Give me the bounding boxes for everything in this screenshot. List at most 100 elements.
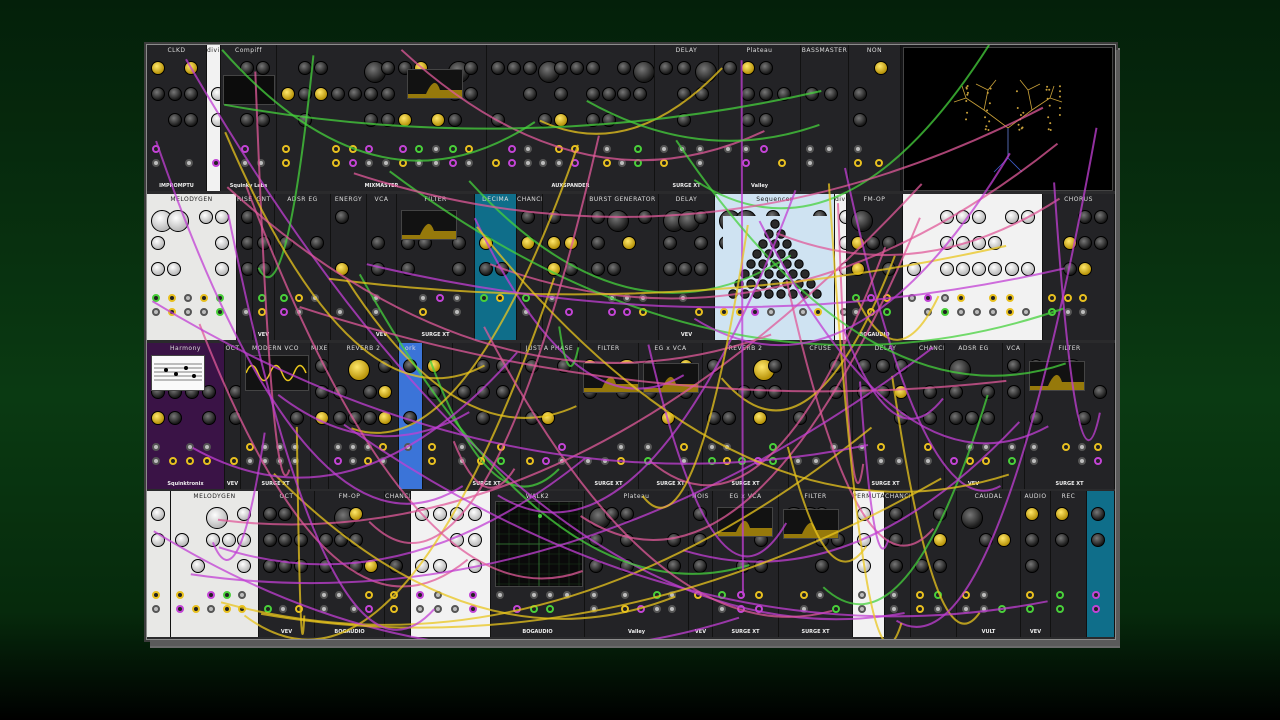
jack[interactable] — [1094, 457, 1102, 465]
jack[interactable] — [875, 159, 883, 167]
knob[interactable] — [1091, 533, 1105, 547]
knob[interactable] — [923, 385, 937, 399]
jack[interactable] — [291, 443, 299, 451]
knob[interactable] — [335, 262, 349, 276]
jack[interactable] — [152, 591, 160, 599]
jack[interactable] — [924, 294, 933, 302]
knob[interactable] — [378, 411, 392, 425]
jack[interactable] — [1078, 443, 1086, 451]
jack[interactable] — [496, 294, 504, 302]
knob[interactable] — [894, 385, 909, 399]
knob[interactable] — [432, 559, 447, 573]
knob[interactable] — [199, 210, 213, 224]
module[interactable]: DELAY SURGE XT — [853, 343, 919, 489]
jack[interactable] — [419, 308, 427, 316]
jack[interactable] — [679, 294, 688, 302]
knob[interactable] — [851, 236, 865, 250]
knob[interactable] — [427, 385, 441, 399]
module[interactable]: CFUSE — [789, 343, 853, 489]
jack[interactable] — [184, 308, 192, 316]
jack[interactable] — [876, 443, 885, 451]
jack[interactable] — [507, 159, 516, 167]
knob[interactable] — [278, 533, 293, 547]
jack[interactable] — [477, 457, 486, 465]
jack[interactable] — [1005, 294, 1014, 302]
jack[interactable] — [621, 605, 630, 613]
jack[interactable] — [1079, 294, 1087, 302]
knob[interactable] — [397, 113, 412, 127]
knob[interactable] — [279, 236, 293, 250]
jack[interactable] — [558, 457, 566, 465]
knob[interactable] — [167, 87, 182, 101]
knob[interactable] — [857, 385, 871, 399]
jack[interactable] — [258, 308, 266, 316]
module[interactable]: dividah — [207, 45, 221, 191]
jack[interactable] — [618, 159, 627, 167]
jack[interactable] — [264, 605, 272, 613]
jack[interactable] — [736, 605, 745, 613]
knob[interactable] — [1078, 262, 1092, 276]
knob[interactable] — [1093, 385, 1107, 399]
knob[interactable] — [151, 411, 165, 425]
knob[interactable] — [829, 359, 843, 373]
jack[interactable] — [678, 145, 686, 153]
knob[interactable] — [331, 87, 345, 101]
knob[interactable] — [851, 262, 865, 276]
knob[interactable] — [915, 559, 929, 573]
module[interactable]: CHANCES — [385, 491, 411, 637]
jack[interactable] — [916, 591, 924, 599]
knob[interactable] — [759, 87, 773, 101]
knob[interactable] — [1004, 262, 1019, 276]
knob[interactable] — [457, 385, 471, 399]
knob[interactable] — [793, 411, 807, 425]
module[interactable]: OCT VEV — [259, 491, 315, 637]
jack[interactable] — [890, 605, 898, 613]
jack[interactable] — [989, 294, 998, 302]
jack[interactable] — [415, 145, 424, 153]
knob[interactable] — [939, 262, 954, 276]
knob[interactable] — [693, 262, 708, 276]
module[interactable]: NON — [849, 45, 901, 191]
module[interactable]: CLKD IMPROMPTU — [147, 45, 207, 191]
module[interactable]: ENERGY — [331, 194, 367, 340]
knob[interactable] — [601, 113, 616, 127]
jack[interactable] — [334, 457, 342, 465]
knob[interactable] — [707, 359, 721, 373]
module[interactable]: GNT VEV — [253, 194, 275, 340]
jack[interactable] — [718, 591, 726, 599]
knob[interactable] — [495, 359, 510, 373]
jack[interactable] — [1008, 457, 1016, 465]
knob[interactable] — [349, 533, 363, 547]
jack[interactable] — [694, 308, 703, 316]
jack[interactable] — [416, 605, 424, 613]
module[interactable] — [543, 194, 587, 340]
jack[interactable] — [542, 457, 550, 465]
knob[interactable] — [972, 210, 986, 224]
jack[interactable] — [191, 605, 200, 613]
knob[interactable] — [949, 359, 971, 381]
jack[interactable] — [800, 591, 808, 599]
jack[interactable] — [433, 605, 442, 613]
jack[interactable] — [522, 308, 530, 316]
knob[interactable] — [949, 385, 963, 399]
jack[interactable] — [617, 443, 626, 451]
knob[interactable] — [281, 87, 295, 101]
knob[interactable] — [237, 533, 252, 547]
knob[interactable] — [403, 359, 417, 373]
jack[interactable] — [982, 443, 990, 451]
module[interactable]: FM-OP BOGAUDIO — [847, 194, 903, 340]
jack[interactable] — [858, 605, 866, 613]
knob[interactable] — [319, 559, 333, 573]
jack[interactable] — [973, 308, 981, 316]
knob[interactable] — [857, 559, 871, 573]
jack[interactable] — [258, 294, 266, 302]
knob[interactable] — [363, 385, 377, 399]
jack[interactable] — [280, 308, 288, 316]
knob[interactable] — [547, 236, 561, 250]
knob[interactable] — [427, 359, 441, 373]
jack[interactable] — [1056, 605, 1064, 613]
knob[interactable] — [263, 559, 277, 573]
knob[interactable] — [604, 507, 619, 521]
knob[interactable] — [585, 113, 600, 127]
jack[interactable] — [398, 145, 407, 153]
